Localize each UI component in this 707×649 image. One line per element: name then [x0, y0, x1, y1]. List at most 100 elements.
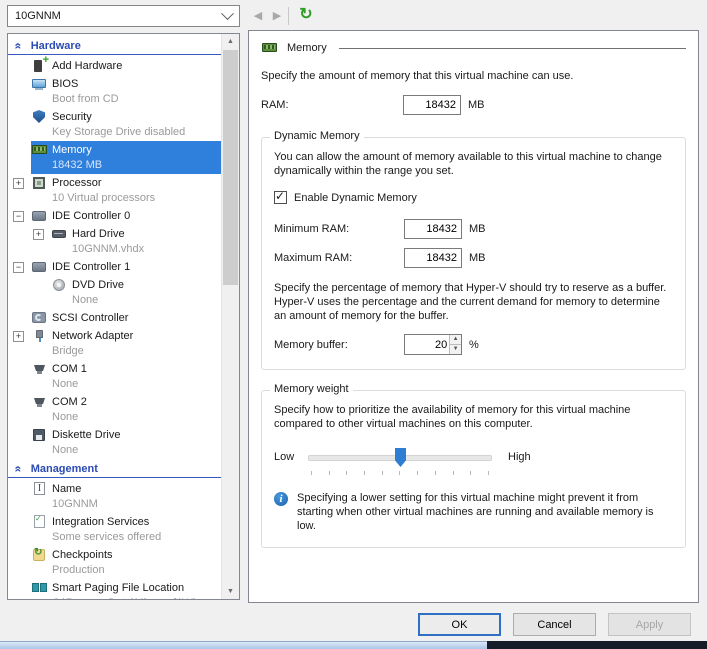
- refresh-button[interactable]: ↻: [297, 5, 315, 25]
- memory-weight-slider-row: Low High: [274, 447, 673, 467]
- memory-buffer-input[interactable]: [405, 335, 449, 354]
- minimum-ram-label: Minimum RAM:: [274, 223, 404, 235]
- paging-icon: [31, 581, 48, 595]
- scroll-up-arrow-icon[interactable]: ▲: [222, 34, 239, 49]
- maximum-ram-input[interactable]: [404, 248, 462, 268]
- sidebar-section-label: Management: [31, 463, 98, 475]
- ok-button[interactable]: OK: [418, 613, 501, 636]
- add-hardware-icon: [31, 59, 48, 73]
- collapse-chevron-icon: «: [13, 43, 23, 50]
- memory-settings-panel: Memory Specify the amount of memory that…: [248, 30, 699, 603]
- sidebar-item-com-2[interactable]: COM 2 None: [8, 393, 222, 426]
- floppy-icon: [31, 428, 48, 442]
- top-toolbar: 10GNNM ◀ ▶ ↻: [0, 0, 707, 33]
- bottom-window-edge: [0, 641, 707, 649]
- chevron-down-icon: [221, 7, 234, 20]
- scroll-down-arrow-icon[interactable]: ▼: [222, 584, 239, 599]
- apply-button[interactable]: Apply: [608, 613, 691, 636]
- maximum-ram-unit: MB: [469, 252, 486, 264]
- expander-toggle[interactable]: +: [13, 178, 24, 189]
- memory-buffer-unit: %: [469, 339, 479, 351]
- sidebar-item-diskette-drive[interactable]: Diskette Drive None: [8, 426, 222, 459]
- sidebar-item-ide-controller-1[interactable]: − IDE Controller 1: [8, 258, 222, 276]
- sidebar-item-add-hardware[interactable]: Add Hardware: [8, 57, 222, 75]
- sidebar-item-network-adapter[interactable]: + Network Adapter Bridge: [8, 327, 222, 360]
- slider-high-label: High: [508, 451, 531, 463]
- forward-button[interactable]: ▶: [269, 8, 285, 24]
- ide-icon: [31, 260, 48, 274]
- expander-toggle[interactable]: +: [33, 229, 44, 240]
- memory-buffer-label: Memory buffer:: [274, 339, 404, 351]
- sidebar-item-bios[interactable]: BIOS Boot from CD: [8, 75, 222, 108]
- maximum-ram-label: Maximum RAM:: [274, 252, 404, 264]
- dynamic-memory-group-title: Dynamic Memory: [270, 130, 364, 142]
- expander-toggle[interactable]: −: [13, 262, 24, 273]
- network-icon: [31, 329, 48, 343]
- bottom-edge-dark-segment: [487, 641, 707, 649]
- sidebar-item-name[interactable]: Name 10GNNM: [8, 480, 222, 513]
- sidebar-item-processor[interactable]: + Processor 10 Virtual processors: [8, 174, 222, 207]
- ram-label: RAM:: [261, 99, 403, 111]
- memory-buffer-row: Memory buffer: ▲ ▼ %: [274, 334, 673, 355]
- toolbar-separator: [288, 7, 289, 25]
- memory-weight-note-row: i Specifying a lower setting for this vi…: [274, 491, 673, 533]
- sidebar-section-header[interactable]: « Hardware: [8, 38, 222, 55]
- memory-icon: [261, 41, 279, 55]
- sidebar-item-memory[interactable]: Memory 18432 MB: [8, 141, 222, 174]
- sidebar-item-dvd-drive[interactable]: DVD Drive None: [8, 276, 222, 309]
- processor-icon: [31, 176, 48, 190]
- minimum-ram-row: Minimum RAM: MB: [274, 219, 673, 239]
- memory-weight-slider-thumb[interactable]: [395, 448, 406, 467]
- vm-selector-value: 10GNNM: [15, 10, 61, 22]
- sidebar-item-scsi-controller[interactable]: SCSI Controller: [8, 309, 222, 327]
- back-button[interactable]: ◀: [250, 8, 266, 24]
- memory-weight-group-title: Memory weight: [270, 383, 353, 395]
- enable-dynamic-memory-checkbox[interactable]: [274, 191, 287, 204]
- memory-icon: [31, 143, 48, 157]
- com-icon: [31, 362, 48, 376]
- spinner-down-arrow-icon[interactable]: ▼: [450, 344, 461, 354]
- sidebar-section-label: Hardware: [31, 40, 81, 52]
- scsi-icon: [31, 311, 48, 325]
- ide-icon: [31, 209, 48, 223]
- ram-row: RAM: MB: [261, 95, 686, 115]
- sidebar-item-hard-drive[interactable]: + Hard Drive 10GNNM.vhdx: [8, 225, 222, 258]
- sidebar-item-integration-services[interactable]: Integration Services Some services offer…: [8, 513, 222, 546]
- memory-buffer-desc: Specify the percentage of memory that Hy…: [274, 281, 673, 323]
- bios-icon: [31, 77, 48, 91]
- minimum-ram-unit: MB: [469, 223, 486, 235]
- memory-intro-text: Specify the amount of memory that this v…: [261, 69, 686, 83]
- spinner-up-arrow-icon[interactable]: ▲: [450, 335, 461, 344]
- sidebar-list: « Hardware Add Hardware BIOS Boot from C…: [8, 34, 222, 599]
- sidebar-item-security[interactable]: Security Key Storage Drive disabled: [8, 108, 222, 141]
- bottom-edge-light-segment: [0, 641, 487, 649]
- memory-weight-slider[interactable]: [308, 447, 492, 467]
- checkpoints-icon: [31, 548, 48, 562]
- settings-sidebar: « Hardware Add Hardware BIOS Boot from C…: [7, 33, 240, 600]
- info-icon: i: [274, 492, 288, 506]
- sidebar-scrollbar[interactable]: ▲ ▼: [221, 34, 239, 599]
- cancel-button[interactable]: Cancel: [513, 613, 596, 636]
- enable-dynamic-memory-row[interactable]: Enable Dynamic Memory: [274, 191, 673, 204]
- sidebar-item-com-1[interactable]: COM 1 None: [8, 360, 222, 393]
- sidebar-item-ide-controller-0[interactable]: − IDE Controller 0: [8, 207, 222, 225]
- expander-toggle[interactable]: +: [13, 331, 24, 342]
- sidebar-item-checkpoints[interactable]: Checkpoints Production: [8, 546, 222, 579]
- panel-title-row: Memory: [261, 41, 686, 55]
- minimum-ram-input[interactable]: [404, 219, 462, 239]
- expander-toggle[interactable]: −: [13, 211, 24, 222]
- memory-weight-note: Specifying a lower setting for this virt…: [297, 491, 673, 533]
- com-icon: [31, 395, 48, 409]
- sidebar-section-header[interactable]: « Management: [8, 461, 222, 478]
- hyperv-settings-dialog: 10GNNM ◀ ▶ ↻ « Hardware Add Hardware BIO…: [0, 0, 707, 649]
- sidebar-item-smart-paging-file-location[interactable]: Smart Paging File Location C:\ProgramDat…: [8, 579, 222, 599]
- dynamic-memory-desc: You can allow the amount of memory avail…: [274, 150, 673, 178]
- memory-buffer-spinner: ▲ ▼: [404, 334, 462, 355]
- name-icon: [31, 482, 48, 496]
- maximum-ram-row: Maximum RAM: MB: [274, 248, 673, 268]
- scrollbar-thumb[interactable]: [223, 50, 238, 285]
- vm-selector-dropdown[interactable]: 10GNNM: [7, 5, 240, 27]
- ram-input[interactable]: [403, 95, 461, 115]
- collapse-chevron-icon: «: [13, 466, 23, 473]
- ram-unit: MB: [468, 99, 485, 111]
